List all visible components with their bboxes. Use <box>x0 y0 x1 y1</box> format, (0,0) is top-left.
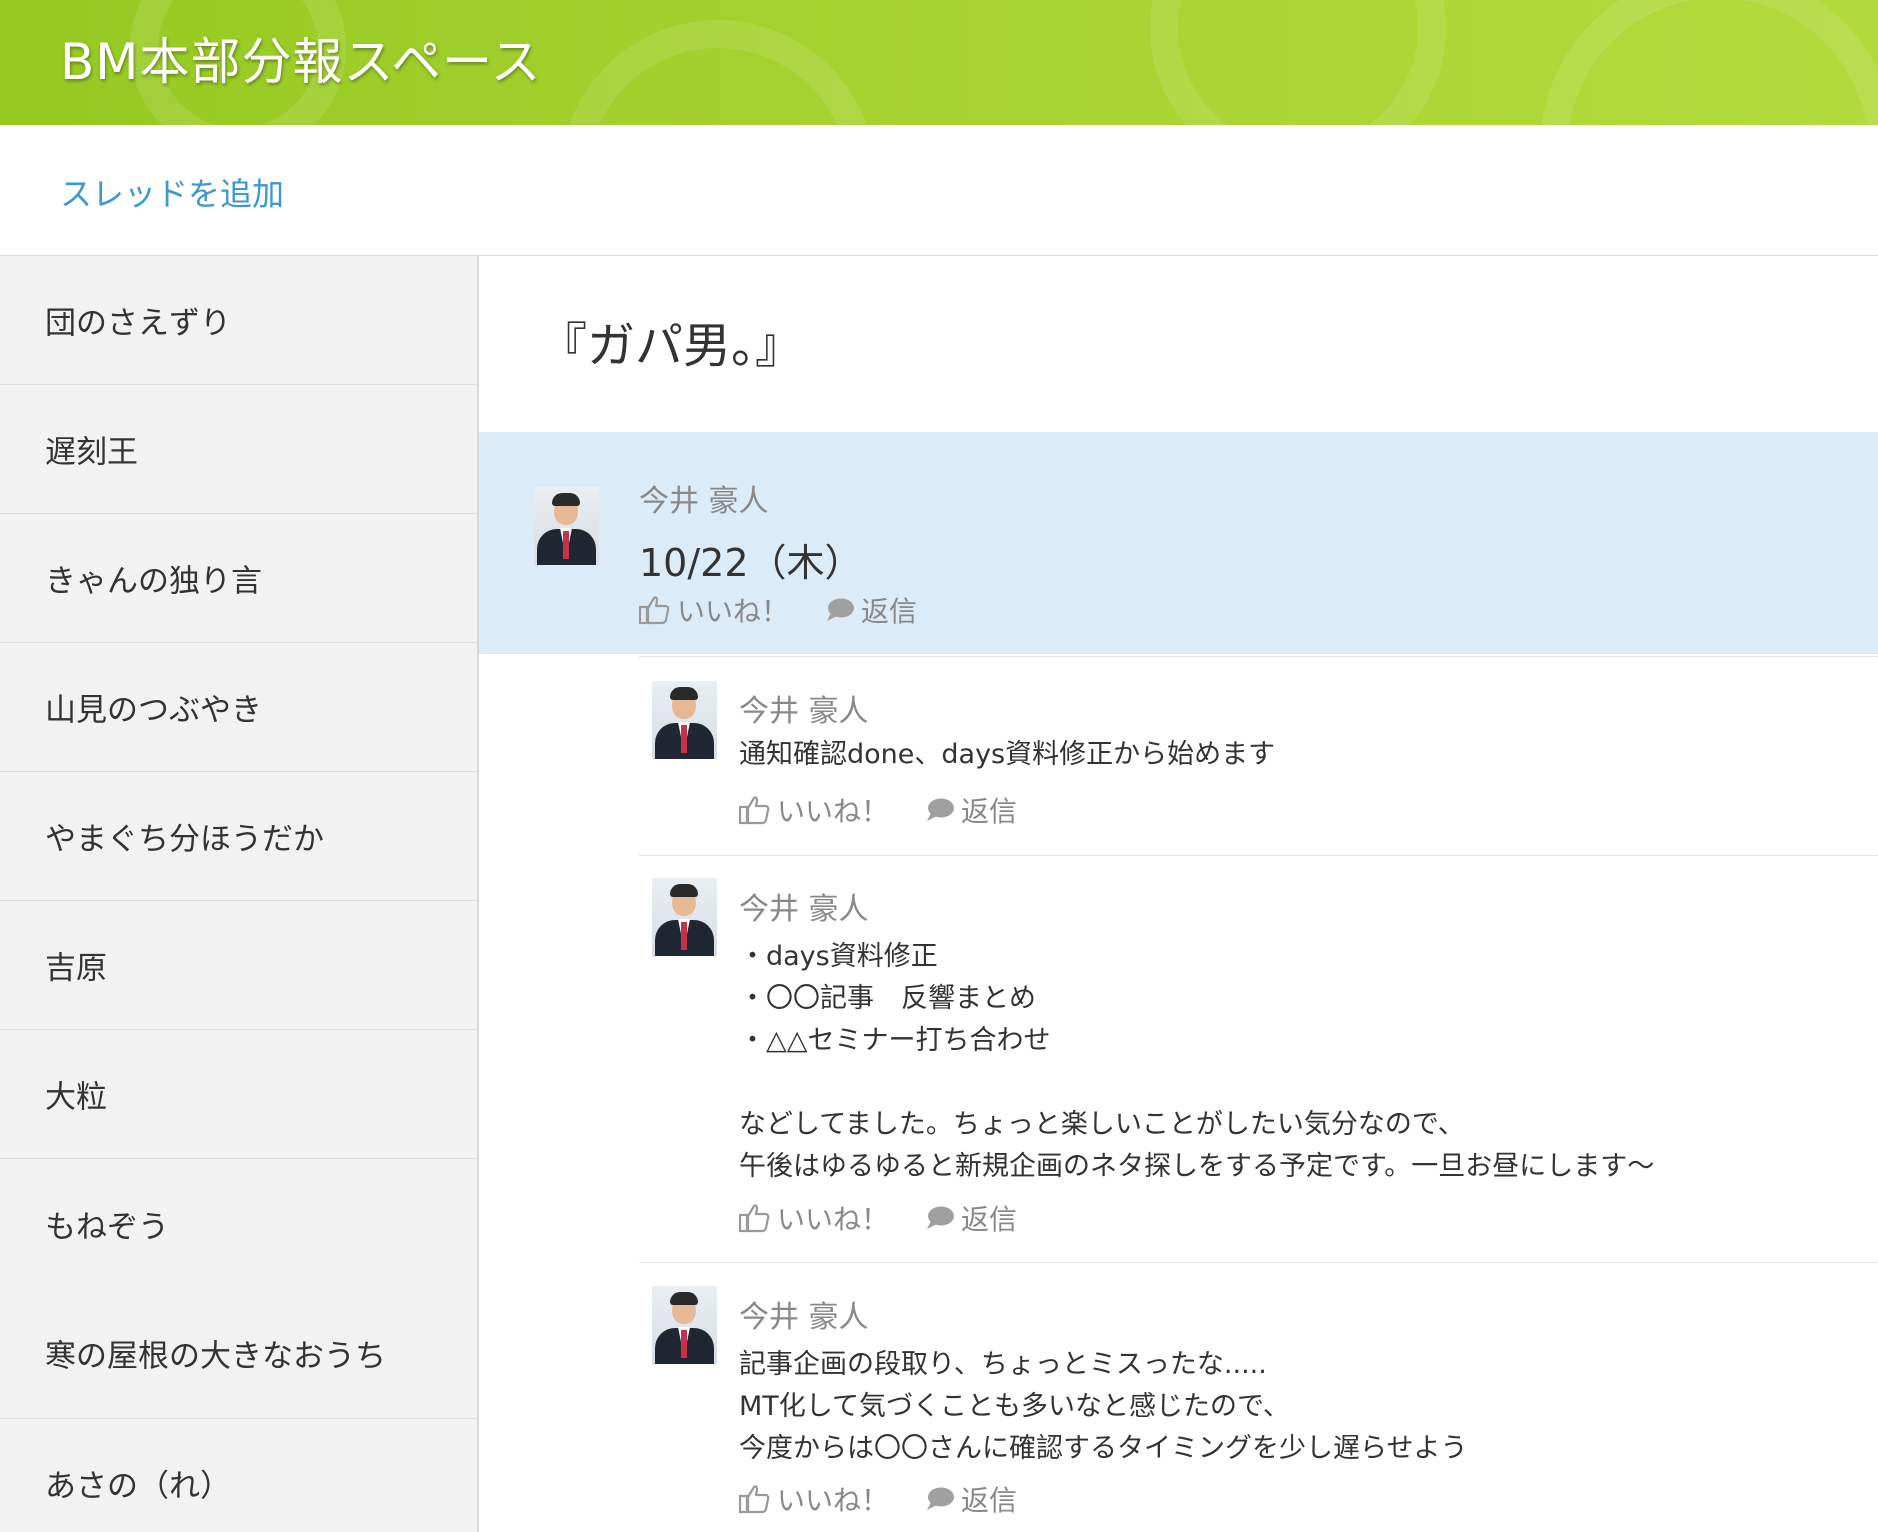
sidebar-item-thread[interactable]: あさの（れ） <box>0 1419 477 1532</box>
thumbs-up-icon <box>739 1485 770 1514</box>
sidebar-item-thread[interactable]: 寒の屋根の大きなおうち <box>0 1288 477 1419</box>
reply-body: 記事企画の段取り、ちょっとミスったな..... MT化して気づくことも多いなと感… <box>739 1344 1467 1470</box>
reply-button[interactable]: 返信 <box>925 1198 1017 1238</box>
speech-bubble-icon <box>927 1487 955 1510</box>
like-button[interactable]: いいね！ <box>739 790 889 830</box>
reply-actions: いいね！ 返信 <box>739 790 1017 830</box>
speech-bubble-icon <box>827 598 855 621</box>
reply-line: 今度からは〇〇さんに確認するタイミングを少し遅らせよう <box>739 1433 1468 1464</box>
thumbs-up-icon <box>639 596 670 625</box>
sidebar-item-label: やまぐち分ほうだか <box>45 821 324 858</box>
toolbar: スレッドを追加 <box>0 125 1878 256</box>
reply-label: 返信 <box>861 595 918 628</box>
sidebar-item-label: 山見のつぶやき <box>45 692 262 729</box>
reply-button[interactable]: 返信 <box>825 590 917 630</box>
like-label: いいね！ <box>777 1203 890 1236</box>
sidebar-item-thread[interactable]: やまぐち分ほうだか <box>0 772 477 901</box>
sidebar-item-thread[interactable]: 大粒 <box>0 1030 477 1159</box>
reply-actions: いいね！ 返信 <box>739 1479 1017 1519</box>
app-header: BM本部分報スペース <box>0 0 1878 125</box>
thread-sidebar: 団のさえずり 遅刻王 きゃんの独り言 山見のつぶやき やまぐち分ほうだか 吉原 … <box>0 256 479 1532</box>
reply-author[interactable]: 今井 豪人 <box>739 884 869 928</box>
sidebar-item-label: 遅刻王 <box>45 434 138 471</box>
sidebar-item-thread[interactable]: もねぞう <box>0 1159 477 1288</box>
reply-line: 記事企画の段取り、ちょっとミスったな..... <box>739 1349 1267 1380</box>
reply-line <box>739 1062 1654 1104</box>
reply-label: 返信 <box>961 1203 1018 1236</box>
sidebar-item-label: きゃんの独り言 <box>45 563 262 600</box>
thread-title: 『ガパ男。』 <box>539 318 804 374</box>
space-title: BM本部分報スペース <box>60 33 542 91</box>
reply-body: ・days資料修正 ・〇〇記事 反響まとめ ・△△セミナー打ち合わせ などしてま… <box>739 936 1654 1188</box>
reply-line: 午後はゆるゆると新規企画のネタ探しをする予定です。一旦お昼にします〜 <box>739 1151 1655 1182</box>
main-post: 今井 豪人 10/22（木） いいね！ 返信 <box>479 432 1878 654</box>
reply-label: 返信 <box>961 1484 1018 1517</box>
speech-bubble-icon <box>927 798 955 821</box>
sidebar-item-thread[interactable]: 団のさえずり <box>0 256 477 385</box>
speech-bubble-icon <box>927 1206 955 1229</box>
divider <box>639 656 1878 657</box>
sidebar-item-label: 吉原 <box>45 950 107 987</box>
reply-author[interactable]: 今井 豪人 <box>739 1292 869 1336</box>
sidebar-item-label: 団のさえずり <box>45 305 231 342</box>
like-button[interactable]: いいね！ <box>739 1479 889 1519</box>
reply-body: 通知確認done、days資料修正から始めます <box>739 734 1275 776</box>
user-avatar[interactable] <box>652 878 717 956</box>
sidebar-item-label: あさの（れ） <box>45 1468 231 1505</box>
reply-line: ・〇〇記事 反響まとめ <box>739 983 1036 1014</box>
thread-content: 『ガパ男。』 今井 豪人 10/22（木） いいね！ 返信 今井 豪人 通知確認… <box>479 256 1878 1532</box>
sidebar-item-label: 大粒 <box>45 1079 107 1116</box>
reply-button[interactable]: 返信 <box>925 790 1017 830</box>
like-label: いいね！ <box>677 595 790 628</box>
reply-author[interactable]: 今井 豪人 <box>739 686 869 730</box>
post-author[interactable]: 今井 豪人 <box>639 476 769 520</box>
reply-line: MT化して気づくことも多いなと感じたので、 <box>739 1391 1290 1422</box>
like-label: いいね！ <box>777 1484 890 1517</box>
user-avatar[interactable] <box>652 1286 717 1364</box>
divider <box>639 1262 1878 1263</box>
post-body: 10/22（木） <box>639 541 863 585</box>
thumbs-up-icon <box>739 1204 770 1233</box>
reply-actions: いいね！ 返信 <box>739 1198 1017 1238</box>
add-thread-link[interactable]: スレッドを追加 <box>60 169 284 215</box>
sidebar-item-thread[interactable]: きゃんの独り言 <box>0 514 477 643</box>
sidebar-item-label: 寒の屋根の大きなおうち <box>45 1338 386 1375</box>
sidebar-item-thread[interactable]: 吉原 <box>0 901 477 1030</box>
like-button[interactable]: いいね！ <box>739 1198 889 1238</box>
reply-label: 返信 <box>961 795 1018 828</box>
reply-button[interactable]: 返信 <box>925 1479 1017 1519</box>
sidebar-item-thread[interactable]: 遅刻王 <box>0 385 477 514</box>
user-avatar[interactable] <box>652 681 717 759</box>
like-label: いいね！ <box>777 795 890 828</box>
post-actions: いいね！ 返信 <box>639 590 917 630</box>
reply-line: ・△△セミナー打ち合わせ <box>739 1025 1051 1056</box>
reply-line: 通知確認done、days資料修正から始めます <box>739 739 1276 770</box>
reply-line: ・days資料修正 <box>739 941 938 972</box>
like-button[interactable]: いいね！ <box>639 590 789 630</box>
thumbs-up-icon <box>739 796 770 825</box>
divider <box>639 855 1878 856</box>
sidebar-item-label: もねぞう <box>45 1209 169 1245</box>
user-avatar[interactable] <box>534 487 599 565</box>
sidebar-item-thread[interactable]: 山見のつぶやき <box>0 643 477 772</box>
reply-line: などしてました。ちょっと楽しいことがしたい気分なので、 <box>739 1109 1465 1140</box>
